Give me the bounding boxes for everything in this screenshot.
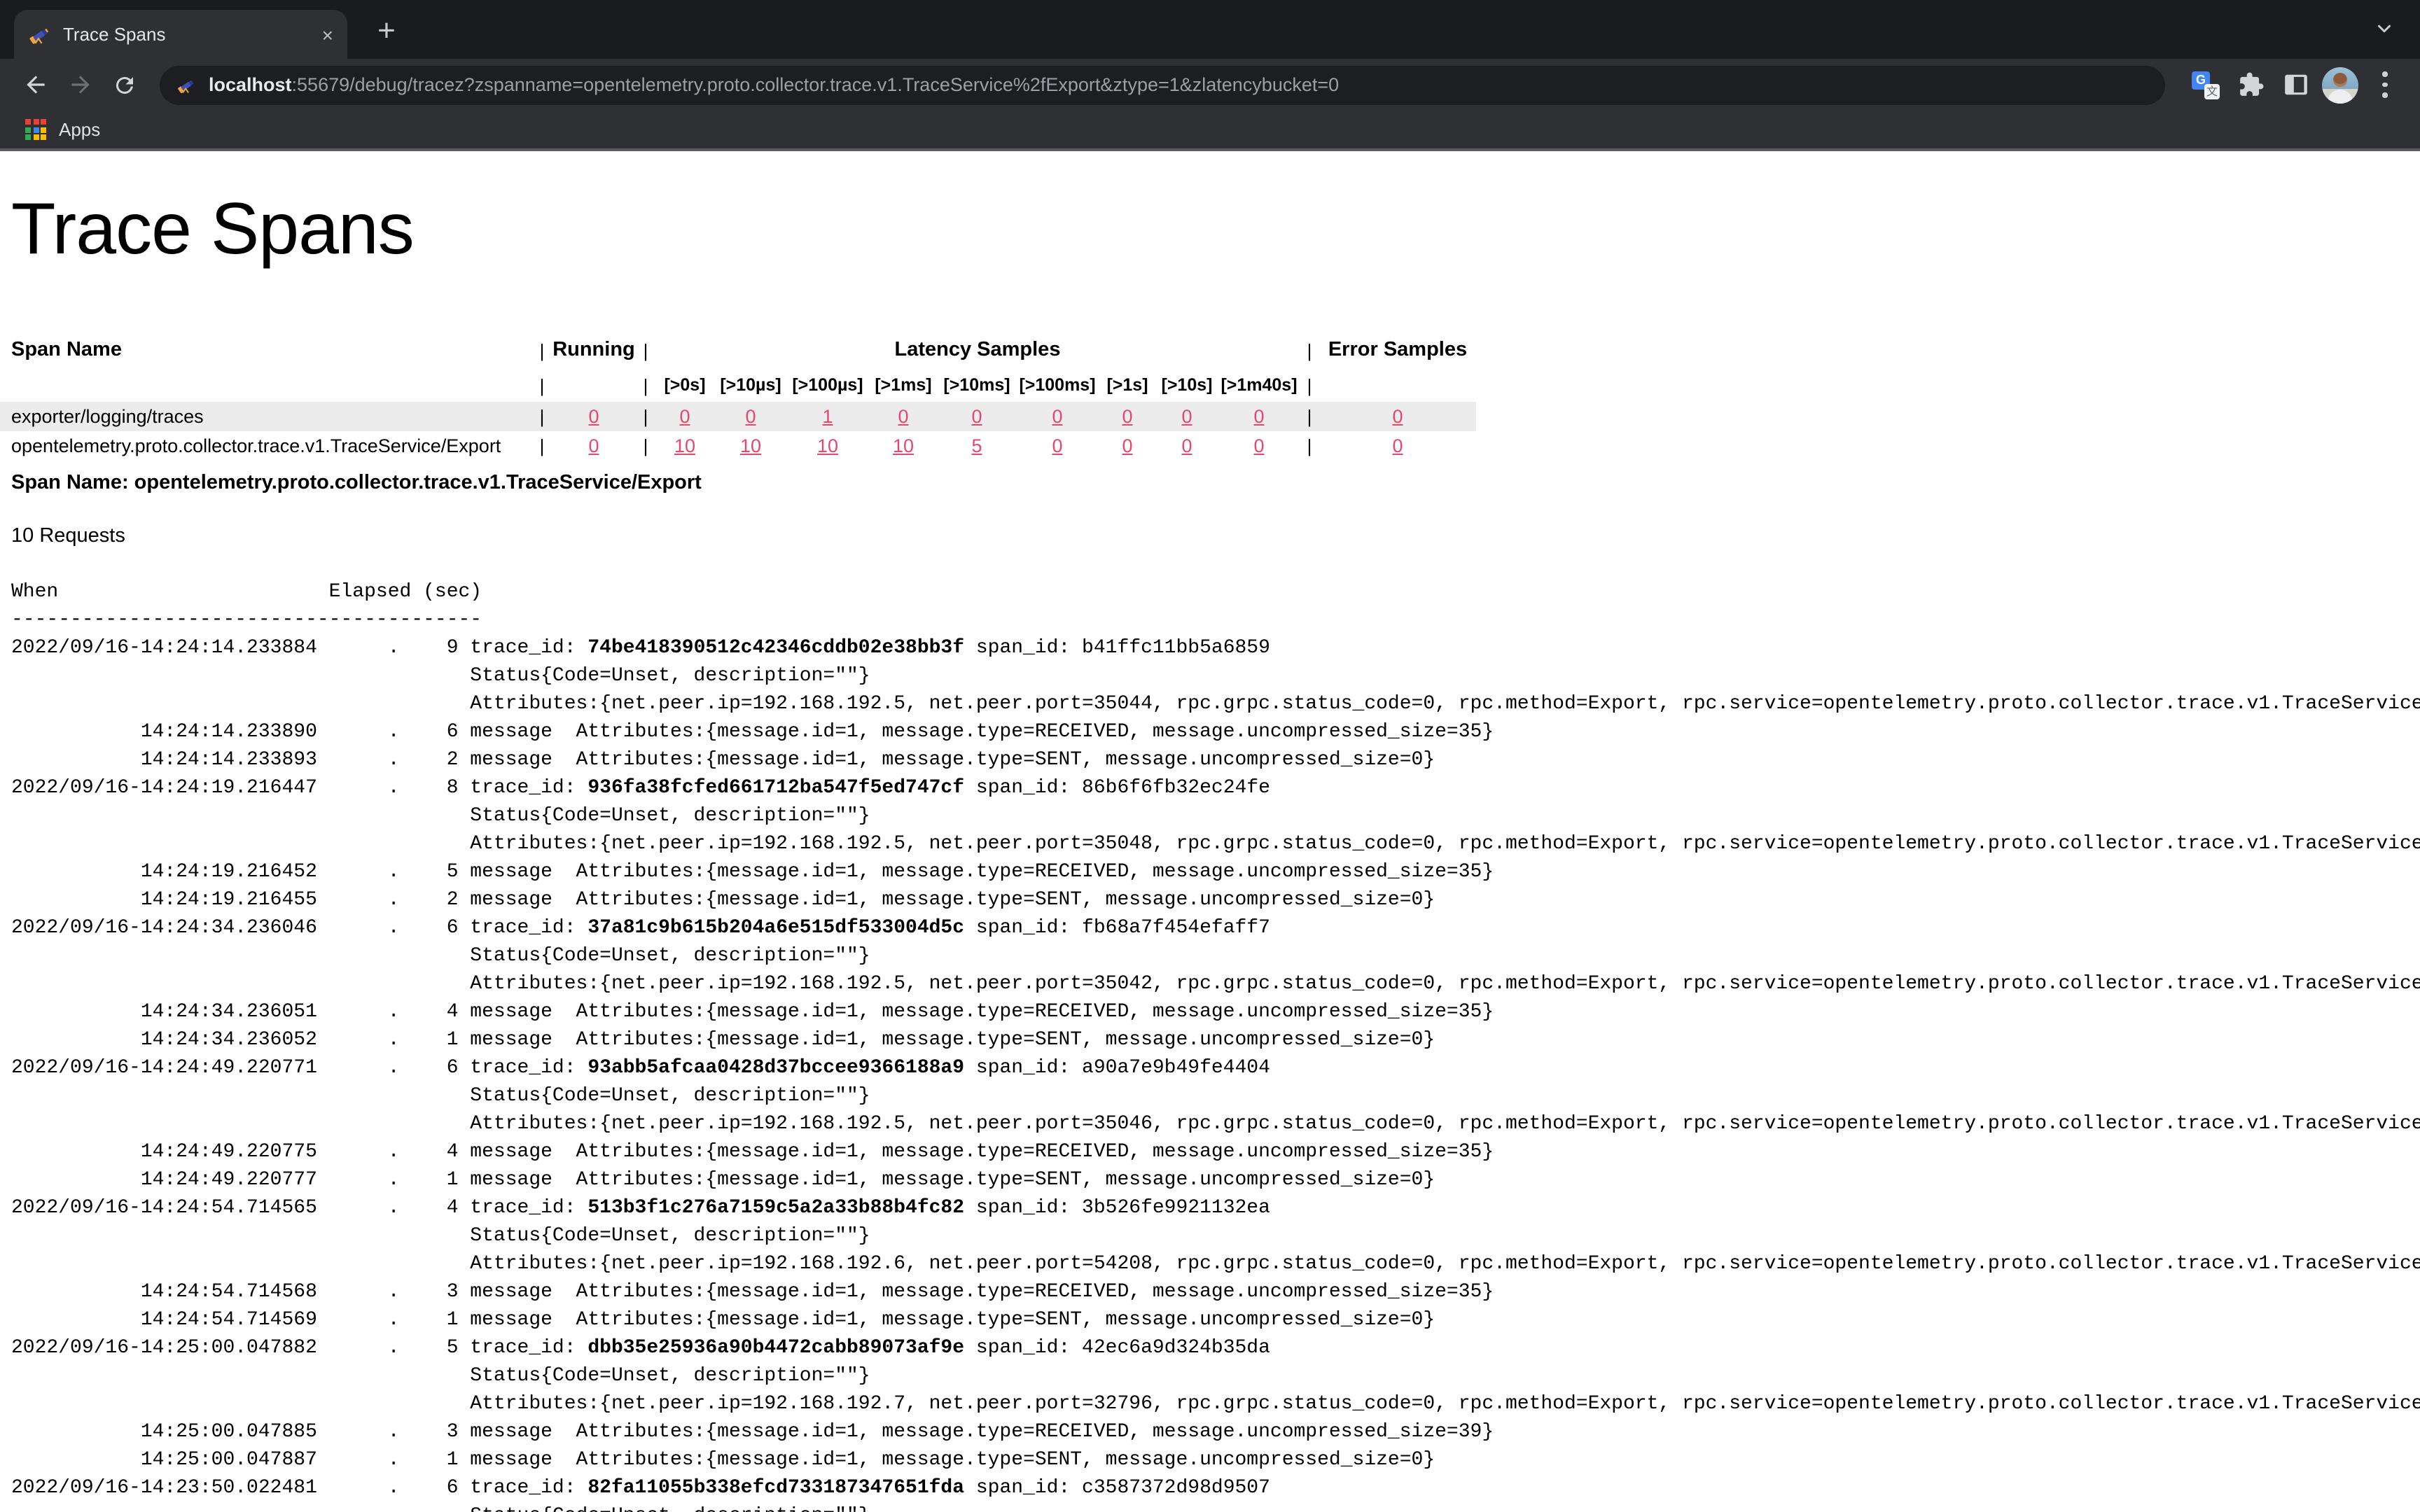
- column-separator: |: [532, 402, 552, 431]
- latency-count-link[interactable]: 0: [1052, 435, 1062, 456]
- bucket-header-row: ||[>0s][>10µs][>100µs][>1ms][>10ms][>100…: [0, 368, 1476, 402]
- translate-icon[interactable]: G文: [2188, 68, 2224, 102]
- latency-bucket-label: [>1s]: [1099, 368, 1155, 402]
- latency-count-link[interactable]: 10: [674, 435, 695, 456]
- latency-count-link[interactable]: 0: [1122, 405, 1132, 426]
- latency-bucket-label: [>10µs]: [714, 368, 787, 402]
- table-header-row: Span Name|Running|Latency Samples|Error …: [0, 332, 1476, 368]
- col-latency-samples: Latency Samples: [655, 332, 1300, 368]
- browser-menu-icon[interactable]: [2367, 68, 2403, 102]
- latency-bucket-label: [>1m40s]: [1218, 368, 1300, 402]
- latency-bucket-label: [>100ms]: [1015, 368, 1099, 402]
- tab-close-icon[interactable]: ×: [322, 24, 333, 44]
- column-separator: |: [636, 332, 655, 368]
- tab-title: Trace Spans: [63, 24, 310, 45]
- column-separator: |: [532, 368, 552, 402]
- latency-count-link[interactable]: 0: [745, 405, 756, 426]
- apps-grid-icon: [25, 119, 46, 140]
- address-bar[interactable]: localhost:55679/debug/tracez?zspanname=o…: [160, 65, 2165, 104]
- column-separator: |: [636, 402, 655, 431]
- latency-count-link[interactable]: 0: [1181, 405, 1192, 426]
- telescope-favicon-icon: [176, 75, 196, 94]
- telescope-favicon-icon: [28, 23, 50, 46]
- running-count-link[interactable]: 0: [588, 435, 599, 456]
- latency-bucket-label: [>1ms]: [868, 368, 938, 402]
- error-count-link[interactable]: 0: [1392, 405, 1403, 426]
- trace-listing: When Elapsed (sec) ---------------------…: [11, 578, 2420, 1512]
- col-error-samples: Error Samples: [1319, 332, 1476, 368]
- span-summary-table: Span Name|Running|Latency Samples|Error …: [0, 332, 1476, 461]
- latency-count-link[interactable]: 5: [971, 435, 982, 456]
- col-running: Running: [552, 332, 636, 368]
- latency-count-link[interactable]: 0: [1253, 405, 1264, 426]
- span-name-cell: opentelemetry.proto.collector.trace.v1.T…: [0, 431, 532, 461]
- latency-bucket-label: [>10ms]: [938, 368, 1015, 402]
- browser-window: Trace Spans × + localhost:556: [0, 0, 2420, 1512]
- latency-bucket-label: [>0s]: [655, 368, 714, 402]
- side-panel-icon[interactable]: [2277, 68, 2314, 102]
- latency-count-link[interactable]: 0: [1181, 435, 1192, 456]
- profile-avatar[interactable]: [2322, 68, 2358, 102]
- reload-icon[interactable]: [106, 66, 143, 103]
- error-count-link[interactable]: 0: [1392, 435, 1403, 456]
- column-separator: |: [1300, 368, 1319, 402]
- column-separator: |: [532, 431, 552, 461]
- table-row: opentelemetry.proto.collector.trace.v1.T…: [0, 431, 1476, 461]
- latency-count-link[interactable]: 0: [1052, 405, 1062, 426]
- selected-span-heading: Span Name: opentelemetry.proto.collector…: [11, 472, 2420, 494]
- url-text: localhost:55679/debug/tracez?zspanname=o…: [209, 74, 1339, 95]
- latency-bucket-label: [>10s]: [1155, 368, 1218, 402]
- latency-count-link[interactable]: 0: [1253, 435, 1264, 456]
- page-title: Trace Spans: [11, 190, 2420, 270]
- requests-count: 10 Requests: [11, 525, 2420, 547]
- back-button[interactable]: [17, 66, 53, 103]
- url-host: localhost: [209, 74, 292, 95]
- tab-strip: Trace Spans × +: [0, 0, 2420, 59]
- new-tab-button[interactable]: +: [367, 11, 406, 50]
- running-count-link[interactable]: 0: [588, 405, 599, 426]
- latency-count-link[interactable]: 1: [822, 405, 833, 426]
- chevron-down-icon[interactable]: [2374, 18, 2395, 46]
- latency-count-link[interactable]: 10: [740, 435, 761, 456]
- column-separator: |: [532, 332, 552, 368]
- url-path: :55679/debug/tracez?zspanname=openteleme…: [292, 74, 1340, 95]
- column-separator: |: [636, 431, 655, 461]
- forward-button[interactable]: [62, 66, 98, 103]
- bookmarks-bar: Apps: [0, 111, 2420, 151]
- column-separator: |: [1300, 431, 1319, 461]
- column-separator: |: [636, 368, 655, 402]
- latency-count-link[interactable]: 10: [893, 435, 914, 456]
- col-span-name: Span Name: [0, 332, 532, 368]
- extensions-puzzle-icon[interactable]: [2232, 68, 2269, 102]
- latency-count-link[interactable]: 0: [898, 405, 908, 426]
- latency-bucket-label: [>100µs]: [787, 368, 868, 402]
- latency-count-link[interactable]: 0: [679, 405, 690, 426]
- span-name-cell: exporter/logging/traces: [0, 402, 532, 431]
- latency-count-link[interactable]: 0: [1122, 435, 1132, 456]
- browser-tab[interactable]: Trace Spans ×: [14, 10, 347, 59]
- table-row: exporter/logging/traces|0|001000000|0: [0, 402, 1476, 431]
- latency-count-link[interactable]: 0: [971, 405, 982, 426]
- latency-count-link[interactable]: 10: [817, 435, 838, 456]
- page-content: Trace Spans Span Name|Running|Latency Sa…: [0, 151, 2420, 1512]
- column-separator: |: [1300, 402, 1319, 431]
- bookmark-apps[interactable]: Apps: [59, 119, 100, 140]
- browser-toolbar: localhost:55679/debug/tracez?zspanname=o…: [0, 59, 2420, 111]
- column-separator: |: [1300, 332, 1319, 368]
